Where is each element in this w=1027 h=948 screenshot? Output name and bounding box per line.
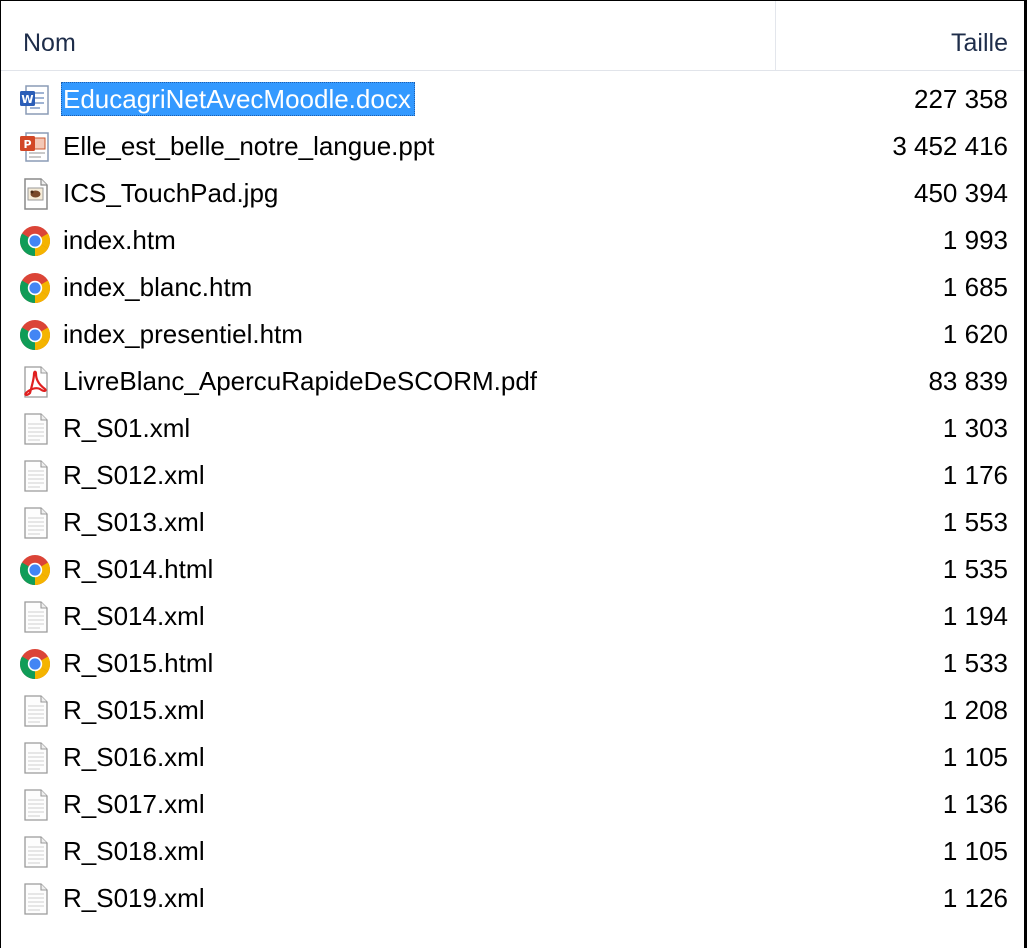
file-name[interactable]: index.htm <box>61 223 180 257</box>
svg-text:W: W <box>21 93 33 106</box>
file-name[interactable]: R_S019.xml <box>61 881 209 915</box>
file-name[interactable]: EducagriNetAvecMoodle.docx <box>61 82 415 116</box>
text-file-icon <box>18 741 52 775</box>
file-name[interactable]: index_presentiel.htm <box>61 317 307 351</box>
file-size: 83 839 <box>928 366 1008 396</box>
chrome-icon <box>18 553 52 587</box>
file-name[interactable]: R_S017.xml <box>61 787 209 821</box>
file-name[interactable]: LivreBlanc_ApercuRapideDeSCORM.pdf <box>61 364 541 398</box>
file-size: 450 394 <box>914 178 1008 208</box>
column-header-bar: Nom Taille <box>1 1 1024 71</box>
column-header-size-label: Taille <box>951 29 1008 57</box>
file-size: 1 533 <box>942 648 1008 678</box>
file-name[interactable]: R_S014.xml <box>61 599 209 633</box>
file-row[interactable]: R_S013.xml 1 553 <box>1 499 1024 546</box>
text-file-icon <box>18 788 52 822</box>
file-name[interactable]: R_S012.xml <box>61 458 209 492</box>
file-size: 1 553 <box>942 507 1008 537</box>
file-name[interactable]: R_S016.xml <box>61 740 209 774</box>
image-file-icon <box>18 177 52 211</box>
chrome-icon <box>18 271 52 305</box>
file-name[interactable]: R_S018.xml <box>61 834 209 868</box>
file-size: 1 620 <box>942 319 1008 349</box>
word-document-icon: W <box>18 83 52 117</box>
column-header-size[interactable]: Taille <box>776 1 1024 70</box>
file-name[interactable]: R_S013.xml <box>61 505 209 539</box>
file-size: 1 208 <box>942 695 1008 725</box>
file-size: 1 105 <box>942 742 1008 772</box>
file-name[interactable]: R_S015.html <box>61 646 217 680</box>
text-file-icon <box>18 412 52 446</box>
text-file-icon <box>18 600 52 634</box>
file-row[interactable]: R_S019.xml 1 126 <box>1 875 1024 922</box>
text-file-icon <box>18 694 52 728</box>
file-row[interactable]: R_S015.xml 1 208 <box>1 687 1024 734</box>
file-row[interactable]: index_blanc.htm 1 685 <box>1 264 1024 311</box>
text-file-icon <box>18 835 52 869</box>
file-list-pane: Nom Taille W EducagriNetAvecMoodle.docx 22… <box>0 0 1027 948</box>
chrome-icon <box>18 224 52 258</box>
file-row[interactable]: W EducagriNetAvecMoodle.docx 227 358 <box>1 76 1024 123</box>
file-row[interactable]: R_S017.xml 1 136 <box>1 781 1024 828</box>
file-size: 1 993 <box>942 225 1008 255</box>
chrome-icon <box>18 318 52 352</box>
file-size: 1 126 <box>942 883 1008 913</box>
file-row[interactable]: ICS_TouchPad.jpg 450 394 <box>1 170 1024 217</box>
file-size: 1 685 <box>942 272 1008 302</box>
file-size: 227 358 <box>914 84 1008 114</box>
file-row[interactable]: LivreBlanc_ApercuRapideDeSCORM.pdf 83 839 <box>1 358 1024 405</box>
file-row[interactable]: R_S01.xml 1 303 <box>1 405 1024 452</box>
text-file-icon <box>18 459 52 493</box>
file-name[interactable]: index_blanc.htm <box>61 270 256 304</box>
text-file-icon <box>18 882 52 916</box>
file-row[interactable]: R_S018.xml 1 105 <box>1 828 1024 875</box>
file-row[interactable]: R_S012.xml 1 176 <box>1 452 1024 499</box>
file-row[interactable]: index_presentiel.htm 1 620 <box>1 311 1024 358</box>
pdf-icon <box>18 365 52 399</box>
file-row[interactable]: P Elle_est_belle_notre_langue.ppt 3 452 41… <box>1 123 1024 170</box>
file-size: 1 194 <box>942 601 1008 631</box>
file-name[interactable]: Elle_est_belle_notre_langue.ppt <box>61 129 439 163</box>
file-size: 1 535 <box>942 554 1008 584</box>
file-name[interactable]: ICS_TouchPad.jpg <box>61 176 282 210</box>
text-file-icon <box>18 506 52 540</box>
chrome-icon <box>18 647 52 681</box>
file-name[interactable]: R_S015.xml <box>61 693 209 727</box>
file-size: 3 452 416 <box>892 131 1008 161</box>
svg-text:P: P <box>23 138 31 151</box>
file-row[interactable]: index.htm 1 993 <box>1 217 1024 264</box>
file-size: 1 176 <box>942 460 1008 490</box>
powerpoint-icon: P <box>18 130 52 164</box>
file-name[interactable]: R_S01.xml <box>61 411 194 445</box>
file-size: 1 136 <box>942 789 1008 819</box>
column-header-name-label: Nom <box>23 29 76 57</box>
file-size: 1 303 <box>942 413 1008 443</box>
file-size: 1 105 <box>942 836 1008 866</box>
file-row[interactable]: R_S014.html 1 535 <box>1 546 1024 593</box>
file-row[interactable]: R_S016.xml 1 105 <box>1 734 1024 781</box>
file-row[interactable]: R_S015.html 1 533 <box>1 640 1024 687</box>
column-header-name[interactable]: Nom <box>1 1 776 70</box>
file-row[interactable]: R_S014.xml 1 194 <box>1 593 1024 640</box>
file-name[interactable]: R_S014.html <box>61 552 217 586</box>
file-list: W EducagriNetAvecMoodle.docx 227 358 P Elle_… <box>1 76 1024 922</box>
